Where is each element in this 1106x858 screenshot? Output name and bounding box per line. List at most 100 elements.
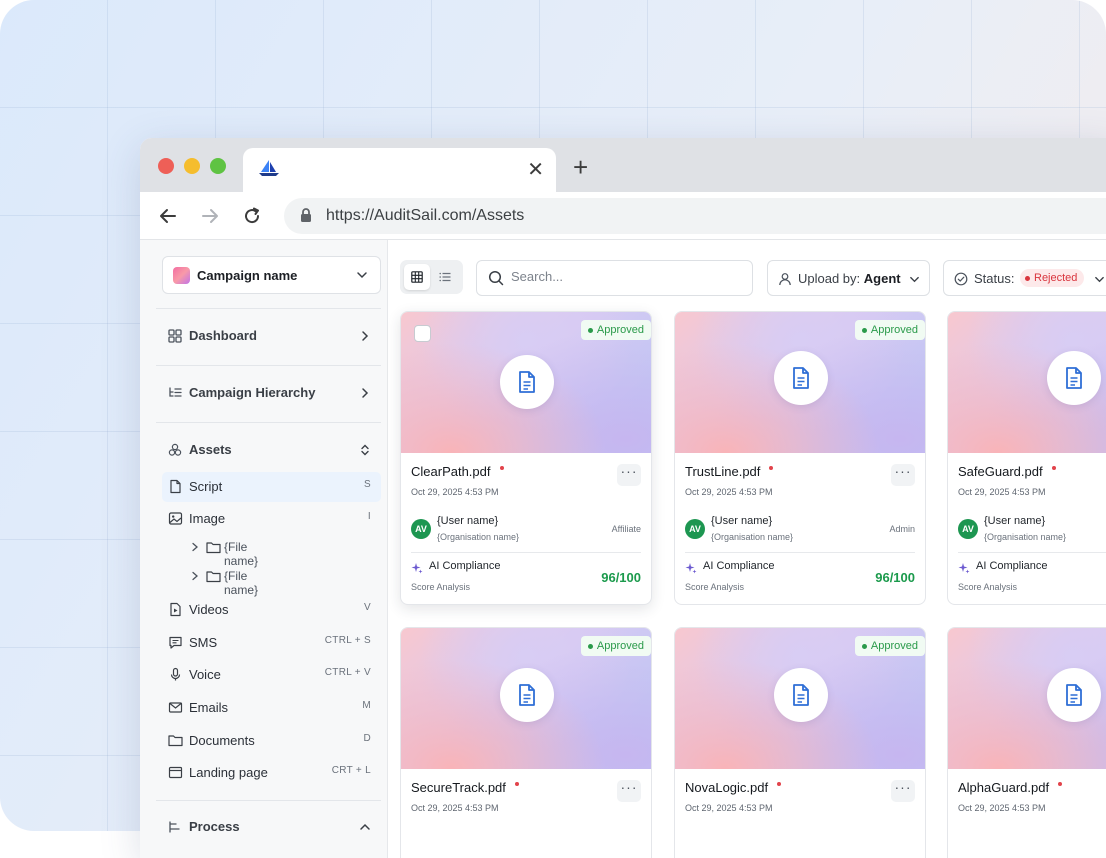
close-tab-icon[interactable]: ✕ [527, 160, 544, 180]
grid-view-button[interactable] [404, 264, 430, 290]
campaign-color-swatch [173, 267, 190, 284]
unread-dot [1058, 782, 1063, 786]
sidebar-item-sms[interactable]: SMS CTRL + S [162, 628, 381, 658]
microphone-icon [170, 667, 181, 681]
score-analysis-label: Score Analysis [411, 582, 471, 592]
document-icon [793, 684, 809, 706]
view-toggle [400, 260, 463, 294]
asset-card[interactable]: Approved TrustLine.pdf ··· Oct 29, 2025 … [674, 311, 926, 605]
user-role: Affiliate [611, 524, 641, 534]
sidebar-item-emails[interactable]: Emails M [162, 693, 381, 723]
file-name: NovaLogic.pdf [685, 780, 782, 795]
sidebar: Campaign name Dashboard Campaign Hierarc… [140, 240, 388, 858]
file-name: AlphaGuard.pdf [958, 780, 1063, 795]
compliance-score: 96/100 [601, 570, 641, 585]
list-view-button[interactable] [432, 264, 458, 290]
sidebar-item-image[interactable]: Image I [162, 504, 381, 534]
sidebar-item-documents[interactable]: Documents D [162, 726, 381, 756]
shortcut-hint: M [362, 700, 371, 711]
search-box [476, 260, 753, 296]
process-icon [169, 821, 180, 833]
maximize-window-button[interactable] [210, 158, 226, 174]
file-name-text: NovaLogic.pdf [685, 780, 769, 795]
lock-icon [301, 208, 311, 222]
new-tab-button[interactable]: + [573, 154, 588, 180]
upload-by-filter[interactable]: Upload by: Agent [767, 260, 930, 296]
chevron-right-icon [192, 571, 198, 581]
shortcut-hint: CTRL + V [324, 667, 371, 678]
sidebar-item-landing-page[interactable]: Landing page CRT + L [162, 758, 381, 788]
hierarchy-icon [169, 387, 182, 397]
folder-icon [206, 571, 221, 583]
sidebar-item-label: Campaign Hierarchy [189, 385, 316, 400]
status-filter[interactable]: Status: Rejected [943, 260, 1106, 296]
url-field[interactable]: https://AuditSail.com/Assets [284, 198, 1106, 234]
sparkle-icon [685, 563, 697, 574]
browser-tab[interactable]: ✕ [243, 148, 556, 192]
tab-bar: ✕ + [140, 138, 1106, 192]
more-options-button[interactable]: ··· [891, 464, 915, 486]
upload-by-label: Upload by: Agent [798, 271, 901, 286]
sidebar-item-label: Documents [189, 733, 255, 748]
sidebar-item-dashboard[interactable]: Dashboard [156, 316, 381, 356]
shortcut-hint: D [363, 733, 371, 744]
search-input[interactable] [511, 269, 741, 284]
divider [958, 552, 1106, 553]
folder-icon [206, 542, 221, 554]
card-preview: Approved [675, 312, 925, 453]
organisation-name: {Organisation name} [437, 532, 520, 542]
sidebar-section-process[interactable]: Process [156, 807, 381, 847]
document-badge [500, 355, 554, 409]
sidebar-section-assets[interactable]: Assets [156, 430, 381, 470]
more-options-button[interactable]: ··· [891, 780, 915, 802]
sidebar-item-label: Dashboard [189, 328, 257, 343]
asset-card[interactable]: Approved NovaLogic.pdf ··· Oct 29, 2025 … [674, 627, 926, 858]
asset-card[interactable]: Approved SecureTrack.pdf ··· Oct 29, 202… [400, 627, 652, 858]
close-window-button[interactable] [158, 158, 174, 174]
upload-by-value: Agent [863, 271, 901, 286]
avatar: AV [685, 519, 705, 539]
sidebar-item-label: Image [189, 511, 226, 526]
forward-icon[interactable] [200, 206, 220, 226]
asset-card[interactable]: SafeGuard.pdf Oct 29, 2025 4:53 PM AV {U… [947, 311, 1106, 605]
reload-icon[interactable] [242, 206, 262, 226]
organisation-name: {Organisation name} [984, 532, 1067, 542]
assets-icon [168, 443, 182, 456]
sidebar-item-label: SMS [189, 635, 218, 650]
status-badge: Approved [580, 636, 651, 656]
upload-by-prefix: Upload by: [798, 271, 861, 286]
unread-dot [769, 466, 774, 470]
folder-label: {File name} [224, 569, 259, 597]
asset-card[interactable]: Approved ClearPath.pdf ··· Oct 29, 2025 … [400, 311, 652, 605]
campaign-name: Campaign name [197, 268, 298, 283]
list-icon [439, 272, 451, 282]
file-icon [170, 479, 181, 494]
shortcut-hint: I [367, 511, 371, 522]
chevron-right-icon [192, 542, 198, 552]
chevron-up-down-icon [361, 444, 369, 456]
card-preview [948, 312, 1106, 453]
more-options-button[interactable]: ··· [617, 464, 641, 486]
folder-label: {File name} [224, 540, 259, 568]
file-name-text: TrustLine.pdf [685, 464, 761, 479]
shortcut-hint: V [364, 602, 371, 613]
file-name: ClearPath.pdf [411, 464, 504, 479]
more-options-button[interactable]: ··· [617, 780, 641, 802]
message-icon [169, 636, 182, 649]
select-checkbox[interactable] [414, 325, 431, 342]
sidebar-item-voice[interactable]: Voice CTRL + V [162, 660, 381, 690]
score-analysis-label: Score Analysis [685, 582, 745, 592]
sidebar-item-label: Videos [189, 602, 229, 617]
minimize-window-button[interactable] [184, 158, 200, 174]
sidebar-item-videos[interactable]: Videos V [162, 595, 381, 625]
sidebar-section-label: Process [189, 819, 240, 834]
unread-dot [1051, 466, 1056, 470]
compliance-score: 96/100 [875, 570, 915, 585]
sidebar-item-script[interactable]: Script S [162, 472, 381, 502]
back-icon[interactable] [158, 206, 178, 226]
campaign-selector[interactable]: Campaign name [162, 256, 381, 294]
sidebar-item-campaign-hierarchy[interactable]: Campaign Hierarchy [156, 373, 381, 413]
divider [685, 552, 915, 553]
video-file-icon [170, 602, 181, 617]
asset-card[interactable]: AlphaGuard.pdf Oct 29, 2025 4:53 PM [947, 627, 1106, 858]
